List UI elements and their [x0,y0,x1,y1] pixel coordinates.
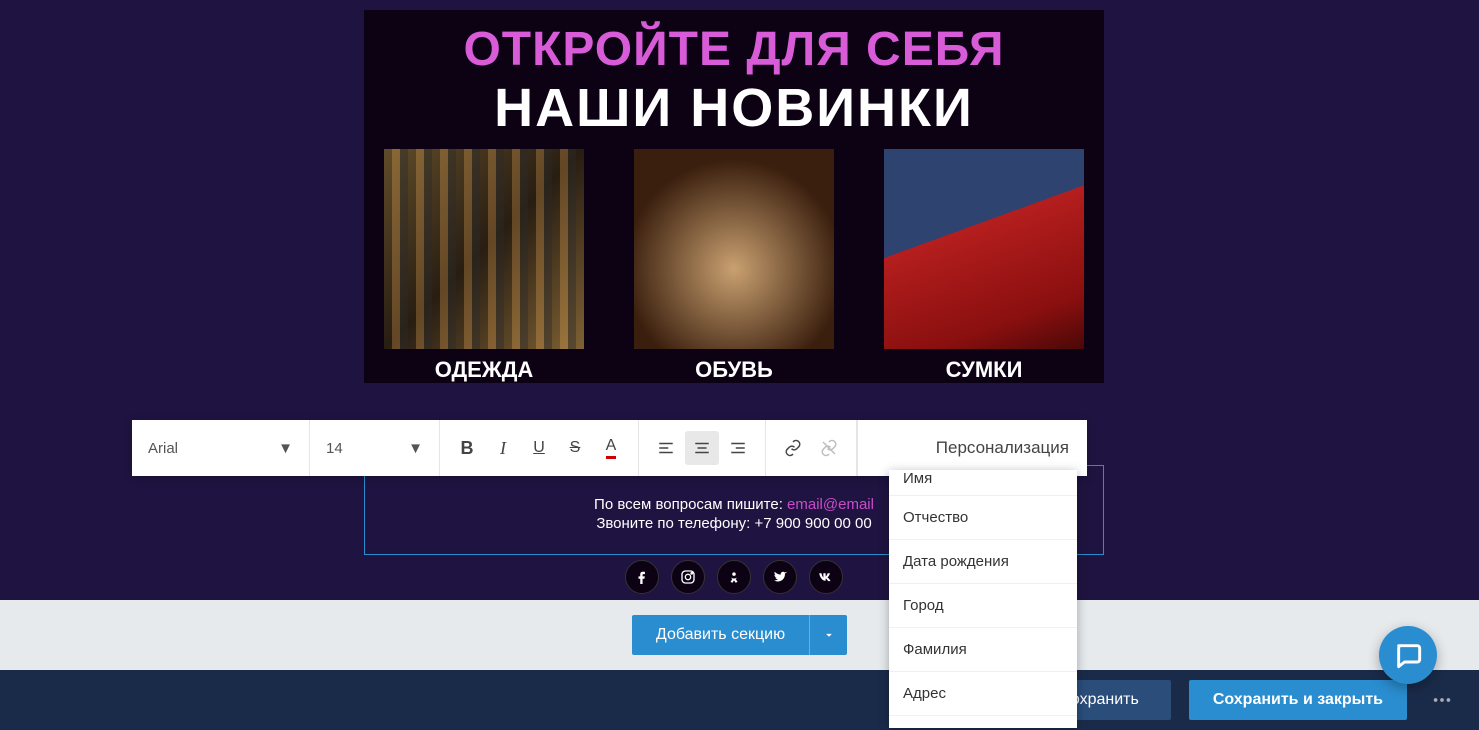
strikethrough-button[interactable]: S [558,431,592,465]
odnoklassniki-icon[interactable] [717,560,751,594]
dropdown-item-city[interactable]: Город [889,584,1077,628]
product-label-shoes: ОБУВЬ [634,357,834,383]
add-section-bar: Добавить секцию [0,600,1479,670]
text-style-group: B I U S A [440,420,639,476]
email-template-body[interactable]: ОТКРОЙТЕ ДЛЯ СЕБЯ НАШИ НОВИНКИ ОДЕЖДА ОБ… [364,10,1104,383]
font-family-value: Arial [148,440,178,457]
align-group [639,420,766,476]
font-size-select[interactable]: 14 ▼ [310,420,440,476]
bold-button[interactable]: B [450,431,484,465]
dropdown-item-birthdate[interactable]: Дата рождения [889,540,1077,584]
font-family-select[interactable]: Arial ▼ [132,420,310,476]
chevron-down-icon: ▼ [384,440,423,457]
heading-secondary[interactable]: НАШИ НОВИНКИ [364,77,1104,139]
add-section-dropdown-toggle[interactable] [809,615,847,655]
add-section-button-group: Добавить секцию [632,615,847,655]
dots-horizontal-icon [1431,689,1453,711]
dropdown-item-lastname[interactable]: Фамилия [889,628,1077,672]
personalization-dropdown-button[interactable]: Персонализация [857,420,1087,476]
bottom-action-bar: Сохранить Сохранить и закрыть [0,670,1479,730]
underline-button[interactable]: U [522,431,556,465]
font-size-value: 14 [326,440,343,457]
heading-primary[interactable]: ОТКРОЙТЕ ДЛЯ СЕБЯ [364,10,1104,77]
personalization-label: Персонализация [936,438,1069,458]
save-and-close-button[interactable]: Сохранить и закрыть [1189,680,1407,720]
contact-email-link[interactable]: email@email [787,496,874,513]
product-label-bags: СУМКИ [884,357,1084,383]
contact-prefix: По всем вопросам пишите: [594,496,787,513]
dropdown-item-address[interactable]: Адрес [889,672,1077,716]
chevron-down-icon [822,628,836,642]
italic-button[interactable]: I [486,431,520,465]
align-right-button[interactable] [721,431,755,465]
dropdown-item-name[interactable]: Имя [889,470,1077,496]
product-image-shoes[interactable] [634,149,834,349]
chat-icon [1394,641,1422,669]
chat-widget-button[interactable] [1379,626,1437,684]
twitter-icon[interactable] [763,560,797,594]
link-group [766,420,857,476]
text-color-button[interactable]: A [594,431,628,465]
chevron-down-icon: ▼ [254,440,293,457]
product-shoes[interactable]: ОБУВЬ [634,149,834,383]
vk-icon[interactable] [809,560,843,594]
facebook-icon[interactable] [625,560,659,594]
align-left-button[interactable] [649,431,683,465]
link-button[interactable] [776,431,810,465]
instagram-icon[interactable] [671,560,705,594]
product-image-clothes[interactable] [384,149,584,349]
align-center-button[interactable] [685,431,719,465]
product-image-bags[interactable] [884,149,1084,349]
product-clothes[interactable]: ОДЕЖДА [384,149,584,383]
add-section-button[interactable]: Добавить секцию [632,615,809,655]
unlink-button[interactable] [812,431,846,465]
product-bags[interactable]: СУМКИ [884,149,1084,383]
dropdown-item-index[interactable]: Индекс [889,716,1077,728]
product-label-clothes: ОДЕЖДА [384,357,584,383]
more-options-button[interactable] [1425,683,1459,717]
dropdown-item-patronymic[interactable]: Отчество [889,496,1077,540]
personalization-dropdown-menu[interactable]: Имя Отчество Дата рождения Город Фамилия… [889,470,1077,728]
product-row: ОДЕЖДА ОБУВЬ СУМКИ [364,139,1104,383]
text-editor-toolbar: Arial ▼ 14 ▼ B I U S A Персонализация [132,420,1087,476]
editor-canvas: ОТКРОЙТЕ ДЛЯ СЕБЯ НАШИ НОВИНКИ ОДЕЖДА ОБ… [0,0,1479,600]
